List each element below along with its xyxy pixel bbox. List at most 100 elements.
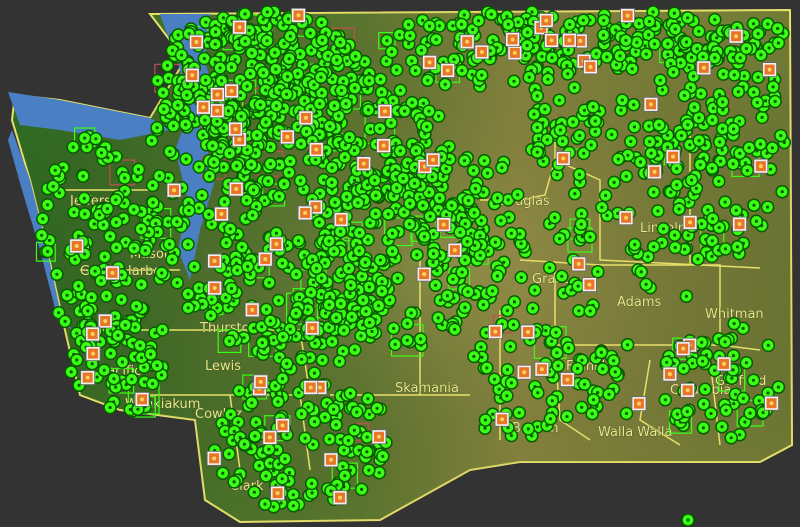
photo-marker[interactable] [184,67,200,83]
photo-marker[interactable] [279,129,295,145]
photo-marker[interactable] [105,265,120,281]
photo-marker[interactable] [582,277,597,292]
photo-marker[interactable] [80,370,96,385]
photo-marker[interactable] [308,142,324,157]
photo-marker[interactable] [507,45,523,61]
photo-marker[interactable] [425,152,441,168]
observation-marker-dot [341,465,345,469]
photo-marker[interactable] [583,59,598,75]
photo-marker[interactable] [544,33,559,48]
photo-marker[interactable] [538,13,554,28]
photo-marker[interactable] [516,364,532,380]
photo-marker[interactable] [206,450,222,466]
photo-marker[interactable] [207,253,222,269]
photo-marker[interactable] [459,34,475,50]
observation-marker-dot [122,201,126,205]
photo-marker[interactable] [262,430,278,445]
observation-marker-dot [162,107,166,111]
photo-marker[interactable] [571,256,587,272]
observation-marker-dot [421,203,425,208]
photo-marker[interactable] [643,96,659,112]
observation-marker-dot [614,28,618,32]
photo-marker[interactable] [762,62,777,77]
photo-marker[interactable] [297,205,313,221]
photo-marker[interactable] [440,63,456,78]
photo-marker[interactable] [560,372,575,388]
photo-marker[interactable] [520,324,536,340]
photo-marker[interactable] [377,103,393,119]
photo-marker[interactable] [333,212,349,227]
photo-marker[interactable] [716,356,732,372]
photo-marker[interactable] [214,206,229,222]
photo-marker[interactable] [474,44,490,60]
photo-marker[interactable] [631,396,647,412]
photo-marker[interactable] [224,83,239,99]
photo-marker[interactable] [244,302,260,318]
photo-marker[interactable] [207,280,223,296]
photo-marker[interactable] [209,103,225,119]
photo-marker[interactable] [291,7,306,23]
observation-marker-dot [179,53,184,57]
observation-marker-dot [427,109,431,113]
photo-marker[interactable] [662,366,678,382]
photo-marker[interactable] [210,87,225,102]
observation-marker-dot [405,321,409,326]
photo-marker[interactable] [732,216,747,232]
observation-marker-dot [299,142,303,146]
photo-marker[interactable] [85,346,101,362]
photo-marker[interactable] [85,326,101,342]
photo-marker[interactable] [228,181,244,197]
photo-marker[interactable] [275,418,290,433]
photo-marker[interactable] [764,395,779,411]
photo-marker[interactable] [332,490,348,506]
photo-marker[interactable] [257,251,273,267]
map[interactable]: Jefferson Mason Grays Harbor Pacific Wah… [0,0,800,527]
photo-marker[interactable] [647,164,662,180]
photo-marker[interactable] [356,156,372,171]
photo-marker[interactable] [371,429,387,445]
observation-marker-dot [138,343,142,348]
photo-marker[interactable] [416,266,432,282]
photo-marker[interactable] [447,242,463,258]
photo-marker[interactable] [728,28,744,44]
photo-marker[interactable] [422,54,437,70]
photo-marker[interactable] [618,210,634,226]
photo-marker[interactable] [753,158,769,174]
photo-marker[interactable] [232,19,247,35]
photo-marker[interactable] [166,182,182,198]
photo-marker[interactable] [436,217,452,232]
observation-marker-dot [124,240,128,244]
photo-marker[interactable] [534,361,550,377]
photo-marker[interactable] [665,149,681,165]
observation-marker-dot [119,298,123,302]
photo-marker[interactable] [487,324,503,339]
photo-marker[interactable] [228,121,243,137]
photo-marker[interactable] [682,214,698,230]
observation-marker-dot [170,48,174,53]
photo-marker[interactable] [303,380,319,395]
photo-marker[interactable] [304,320,320,336]
photo-marker[interactable] [268,236,284,252]
photo-marker[interactable] [270,485,286,501]
observation-marker-dot [736,90,740,94]
photo-marker[interactable] [675,341,691,357]
photo-marker[interactable] [188,34,204,50]
photo-marker[interactable] [69,238,85,254]
observation-marker-dot [723,247,728,251]
observation-marker-dot [235,232,240,236]
photo-marker[interactable] [298,110,314,126]
photo-marker[interactable] [323,452,339,468]
photo-marker[interactable] [376,138,392,154]
photo-marker[interactable] [253,374,269,390]
photo-marker[interactable] [494,411,510,427]
photo-marker[interactable] [555,151,571,166]
photo-marker[interactable] [134,391,150,407]
photo-marker[interactable] [696,60,712,76]
observation-marker-dot [268,461,272,465]
photo-marker[interactable] [620,8,636,23]
photo-marker[interactable] [562,32,577,48]
photo-marker[interactable] [97,313,113,329]
photo-marker[interactable] [505,32,521,47]
photo-marker[interactable] [680,382,696,398]
photo-marker[interactable] [195,99,211,115]
